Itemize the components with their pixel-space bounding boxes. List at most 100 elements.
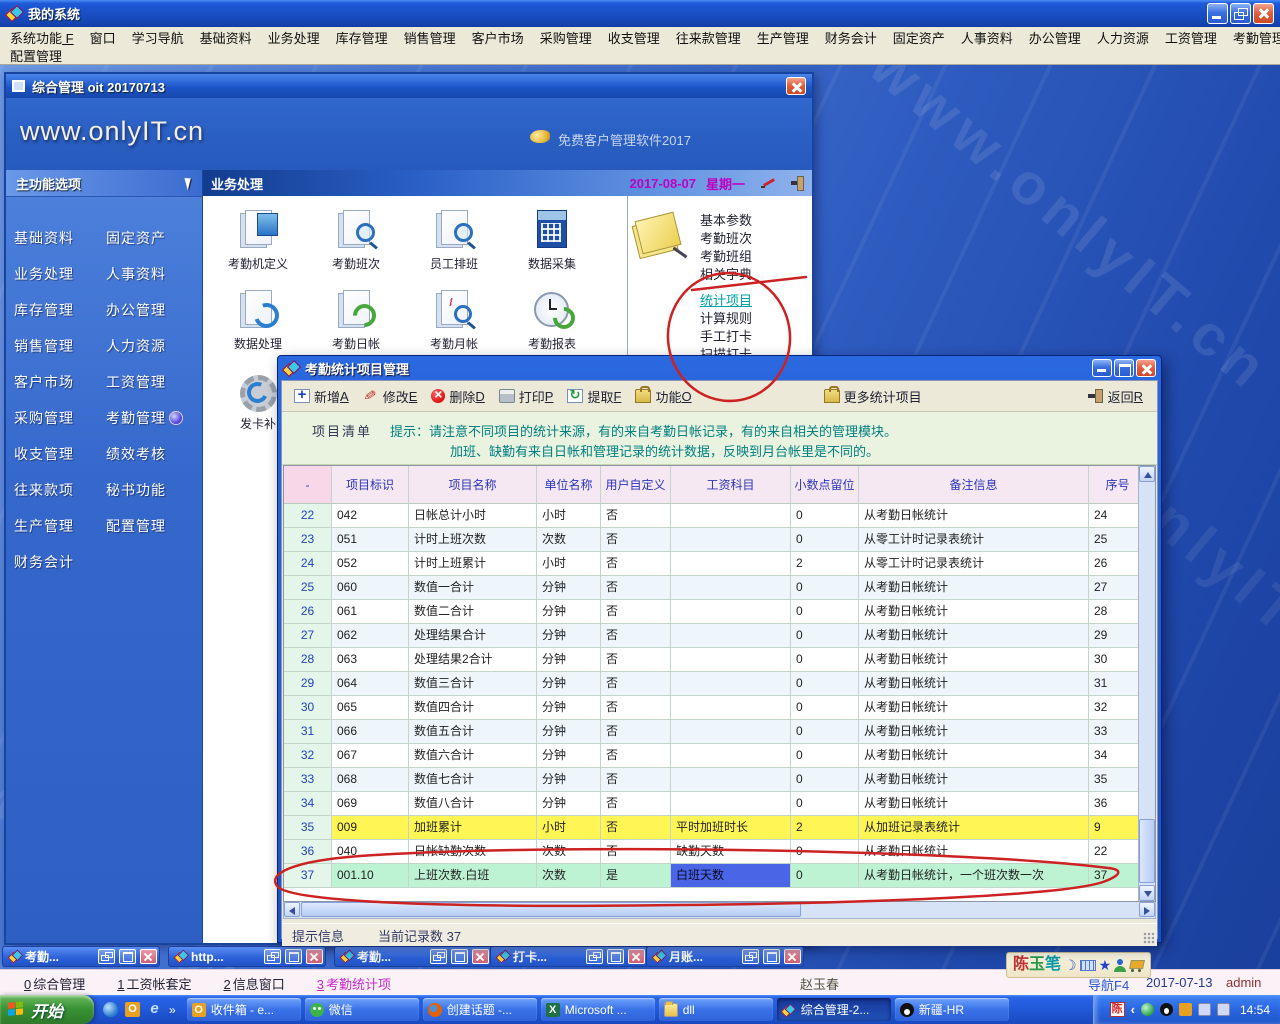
table-cell[interactable]: 否 (601, 768, 671, 792)
table-cell[interactable]: 分钟 (537, 696, 601, 720)
table-cell[interactable]: 042 (332, 504, 409, 528)
quick-link-基本参数[interactable]: 基本参数 (700, 212, 752, 230)
sidebar-item-采购管理[interactable]: 采购管理 (14, 407, 106, 429)
sidebar-item-业务处理[interactable]: 业务处理 (14, 263, 106, 285)
table-cell[interactable]: 0 (791, 720, 859, 744)
table-cell[interactable]: 否 (601, 552, 671, 576)
close-icon[interactable] (472, 949, 489, 964)
menu-item-库存管理[interactable]: 库存管理 (328, 28, 396, 47)
column-header-用户自定义[interactable]: 用户自定义 (601, 466, 671, 504)
table-cell[interactable]: 日帐总计小时 (409, 504, 537, 528)
table-cell[interactable]: 068 (332, 768, 409, 792)
table-cell[interactable]: 0 (791, 744, 859, 768)
table-cell[interactable]: 计时上班次数 (409, 528, 537, 552)
table-cell[interactable] (671, 744, 791, 768)
table-cell[interactable]: 否 (601, 528, 671, 552)
scroll-up-icon[interactable] (1139, 466, 1155, 482)
sidebar-item-考勤管理[interactable]: 考勤管理 (106, 407, 198, 429)
app-icon-考勤班次[interactable]: 考勤班次 (307, 208, 405, 272)
window-list-item-综合管理[interactable]: 0综合管理 (24, 974, 85, 993)
toolbar-button-功能[interactable]: 功能O (629, 384, 697, 409)
window-list-item-信息窗口[interactable]: 2信息窗口 (224, 974, 285, 993)
menu-item-生产管理[interactable]: 生产管理 (749, 28, 817, 47)
table-cell[interactable]: 否 (601, 696, 671, 720)
table-cell[interactable]: 否 (601, 840, 671, 864)
menu-item-销售管理[interactable]: 销售管理 (396, 28, 464, 47)
sidebar-item-办公管理[interactable]: 办公管理 (106, 299, 198, 321)
sidebar-item-基础资料[interactable]: 基础资料 (14, 227, 106, 249)
table-cell[interactable]: 缺勤天数 (671, 840, 791, 864)
column-header-项目名称[interactable]: 项目名称 (409, 466, 537, 504)
restore-icon[interactable] (742, 949, 759, 964)
table-cell[interactable]: 从加班记录表统计 (859, 816, 1089, 840)
table-cell[interactable]: 分钟 (537, 744, 601, 768)
app-icon-考勤月帐[interactable]: 考勤月帐 (405, 288, 503, 352)
table-cell[interactable]: 次数 (537, 840, 601, 864)
taskbar-button-创建话题 -...[interactable]: 创建话题 -... (423, 998, 537, 1021)
quick-link-手工打卡[interactable]: 手工打卡 (700, 328, 752, 346)
table-cell[interactable]: 069 (332, 792, 409, 816)
menu-item-财务会计[interactable]: 财务会计 (817, 28, 885, 47)
minimize-icon[interactable] (1207, 3, 1228, 24)
close-icon[interactable] (786, 77, 806, 95)
quick-link-考勤班组[interactable]: 考勤班组 (700, 248, 752, 266)
table-cell[interactable]: 0 (791, 864, 859, 888)
table-cell[interactable]: 001.10 (332, 864, 409, 888)
table-cell[interactable]: 36 (284, 840, 332, 864)
sidebar-item-绩效考核[interactable]: 绩效考核 (106, 443, 198, 465)
table-cell[interactable] (671, 792, 791, 816)
toolbar-button-更多统计项目[interactable]: 更多统计项目 (818, 384, 928, 409)
exit-icon[interactable] (791, 176, 804, 191)
table-cell[interactable]: 从考勤日帐统计 (859, 768, 1089, 792)
sidebar-item-工资管理[interactable]: 工资管理 (106, 371, 198, 393)
menu-item-人力资源[interactable]: 人力资源 (1089, 28, 1157, 47)
table-cell[interactable]: 次数 (537, 864, 601, 888)
table-cell[interactable]: 否 (601, 576, 671, 600)
start-button[interactable]: 开始 (0, 995, 94, 1024)
table-cell[interactable]: 数值五合计 (409, 720, 537, 744)
toolbar-button-修改[interactable]: 修改E (357, 384, 424, 409)
taskbar-button-微信[interactable]: 微信 (305, 998, 419, 1021)
table-cell[interactable]: 否 (601, 648, 671, 672)
media-player-icon[interactable] (103, 1002, 118, 1017)
table-cell[interactable]: 052 (332, 552, 409, 576)
table-cell[interactable]: 次数 (537, 528, 601, 552)
toolbar-button-打印[interactable]: 打印P (493, 384, 560, 409)
sidebar-item-客户市场[interactable]: 客户市场 (14, 371, 106, 393)
tray-chevron-icon[interactable]: ‹ (1131, 1002, 1135, 1017)
sidebar-item-秘书功能[interactable]: 秘书功能 (106, 479, 198, 501)
menu-item-系统功能[interactable]: 系统功能 F (2, 28, 82, 47)
table-cell[interactable]: 062 (332, 624, 409, 648)
table-cell[interactable]: 计时上班累计 (409, 552, 537, 576)
table-cell[interactable]: 从考勤日帐统计 (859, 720, 1089, 744)
menu-item-采购管理[interactable]: 采购管理 (532, 28, 600, 47)
sidebar-item-配置管理[interactable]: 配置管理 (106, 515, 198, 537)
column-header--[interactable]: - (284, 466, 332, 504)
table-cell[interactable]: 数值四合计 (409, 696, 537, 720)
table-cell[interactable]: 是 (601, 864, 671, 888)
table-cell[interactable]: 从考勤日帐统计 (859, 744, 1089, 768)
table-cell[interactable]: 从考勤日帐统计 (859, 600, 1089, 624)
menu-item-人事资料[interactable]: 人事资料 (953, 28, 1021, 47)
app-icon-数据处理[interactable]: 数据处理 (209, 288, 307, 352)
sidebar-item-往来款项[interactable]: 往来款项 (14, 479, 106, 501)
column-header-项目标识[interactable]: 项目标识 (332, 466, 409, 504)
table-cell[interactable]: 分钟 (537, 600, 601, 624)
table-cell[interactable] (671, 552, 791, 576)
close-icon[interactable] (628, 949, 645, 964)
table-cell[interactable]: 0 (791, 672, 859, 696)
table-cell[interactable]: 061 (332, 600, 409, 624)
table-cell[interactable]: 处理结果2合计 (409, 648, 537, 672)
table-cell[interactable]: 051 (332, 528, 409, 552)
menu-item-窗口[interactable]: 窗口 (82, 28, 124, 47)
sidebar-item-销售管理[interactable]: 销售管理 (14, 335, 106, 357)
restore-icon[interactable] (1230, 3, 1251, 24)
vertical-scrollbar[interactable] (1138, 466, 1155, 901)
table-cell[interactable]: 从考勤日帐统计 (859, 504, 1089, 528)
table-cell[interactable]: 24 (284, 552, 332, 576)
sidebar-item-人事资料[interactable]: 人事资料 (106, 263, 198, 285)
table-cell[interactable]: 063 (332, 648, 409, 672)
table-cell[interactable]: 34 (284, 792, 332, 816)
table-cell[interactable]: 从考勤日帐统计 (859, 624, 1089, 648)
table-cell[interactable]: 从考勤日帐统计 (859, 792, 1089, 816)
